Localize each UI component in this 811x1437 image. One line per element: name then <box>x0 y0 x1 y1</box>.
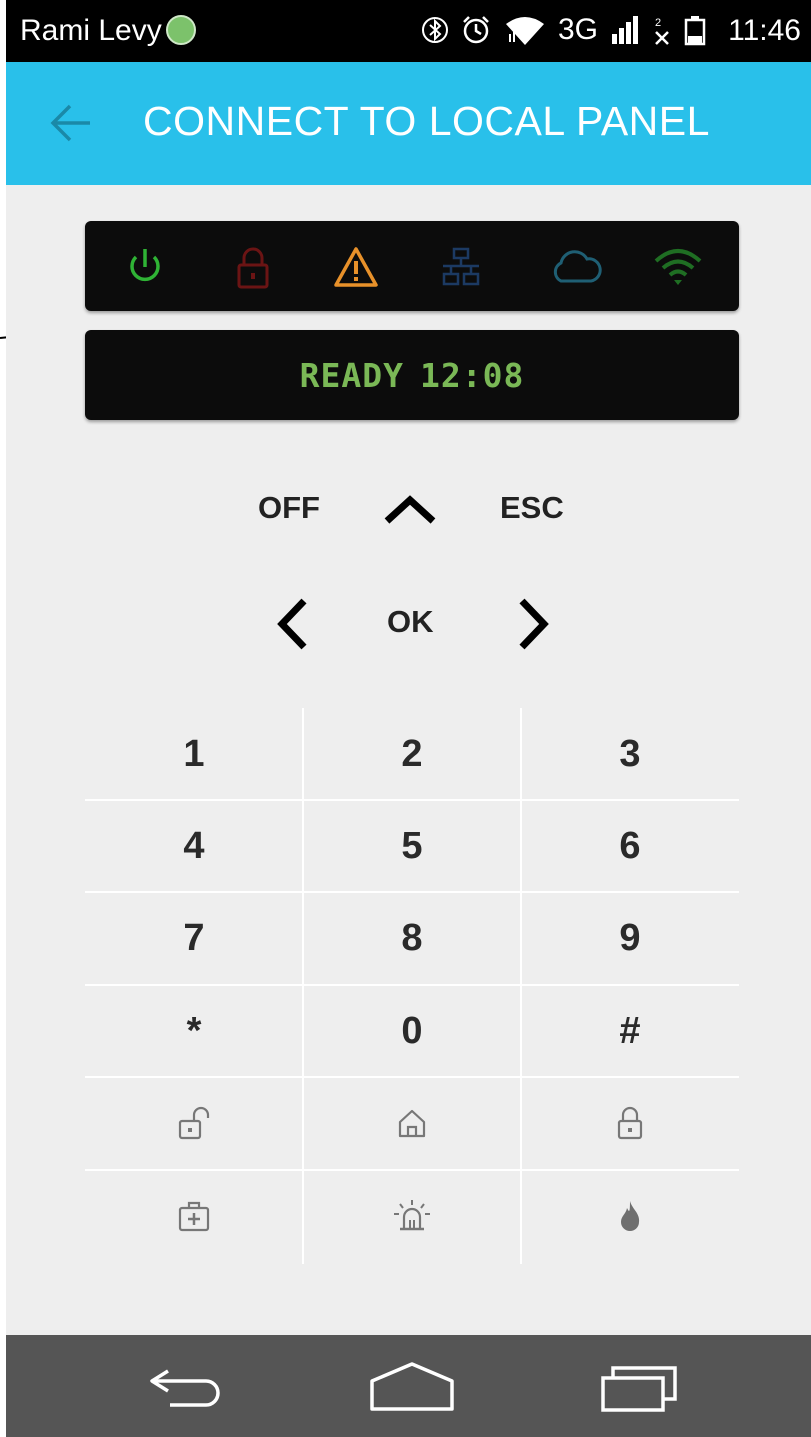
wifi-status-icon <box>505 17 544 45</box>
key-5[interactable]: 5 <box>303 800 521 892</box>
chevron-left-icon[interactable] <box>274 596 310 652</box>
lock-icon <box>237 247 269 289</box>
carrier-name: Rami Levy <box>20 14 162 47</box>
lock-icon <box>617 1106 643 1140</box>
key-8[interactable]: 8 <box>303 892 521 984</box>
ok-button[interactable]: OK <box>387 604 434 640</box>
chevron-up-icon[interactable] <box>382 494 438 526</box>
back-arrow-icon[interactable] <box>46 100 96 146</box>
fire-alarm-button[interactable] <box>521 1170 739 1262</box>
key-7[interactable]: 7 <box>85 892 303 984</box>
esc-button[interactable]: ESC <box>500 490 564 526</box>
key-1[interactable]: 1 <box>85 708 303 800</box>
recents-icon[interactable] <box>599 1361 681 1413</box>
panic-button[interactable] <box>303 1170 521 1262</box>
chevron-right-icon[interactable] <box>516 596 552 652</box>
signal-sim2-icon: 2 <box>655 17 669 45</box>
keypad: 1 2 3 4 5 6 7 8 9 * 0 # <box>85 708 739 1264</box>
sim-badge-icon <box>166 15 196 45</box>
network-icon <box>442 247 480 286</box>
key-2[interactable]: 2 <box>303 708 521 800</box>
disarm-button[interactable] <box>85 1077 303 1169</box>
back-icon[interactable] <box>146 1361 230 1411</box>
key-hash[interactable]: # <box>521 985 739 1077</box>
status-bar: Rami Levy 3G 2 11:46 <box>6 0 811 62</box>
page-title: CONNECT TO LOCAL PANEL <box>143 98 710 144</box>
key-9[interactable]: 9 <box>521 892 739 984</box>
status-icons: 3G 2 <box>421 12 706 48</box>
off-button[interactable]: OFF <box>258 490 320 526</box>
display-status: READY <box>299 356 404 395</box>
arm-home-button[interactable] <box>303 1077 521 1169</box>
key-4[interactable]: 4 <box>85 800 303 892</box>
alarm-siren-icon <box>394 1200 430 1231</box>
app-bar: CONNECT TO LOCAL PANEL <box>6 62 811 185</box>
home-icon[interactable] <box>368 1361 456 1413</box>
medical-icon <box>178 1201 210 1232</box>
bluetooth-icon <box>421 17 448 43</box>
fire-icon <box>621 1201 640 1231</box>
network-type: 3G <box>557 13 598 46</box>
home-icon <box>398 1109 426 1138</box>
cloud-icon <box>553 250 602 283</box>
alarm-clock-icon <box>463 16 489 44</box>
signal-sim1-icon <box>612 16 638 44</box>
unlock-icon <box>178 1106 210 1140</box>
arm-away-button[interactable] <box>521 1077 739 1169</box>
phone-screen: Rami Levy 3G 2 11:46 CONNECT TO LOCAL PA… <box>6 0 811 1437</box>
svg-text:2: 2 <box>655 17 661 29</box>
display-text: READY 12:08 <box>85 356 739 395</box>
system-nav-bar <box>6 1335 811 1437</box>
medical-emergency-button[interactable] <box>85 1170 303 1262</box>
power-icon <box>130 249 160 282</box>
indicator-panel <box>85 221 739 311</box>
warning-icon <box>334 247 378 287</box>
key-6[interactable]: 6 <box>521 800 739 892</box>
key-3[interactable]: 3 <box>521 708 739 800</box>
key-0[interactable]: 0 <box>303 985 521 1077</box>
wifi-icon <box>654 249 702 285</box>
display-clock: 12:08 <box>420 356 525 395</box>
key-star[interactable]: * <box>85 985 303 1077</box>
status-time: 11:46 <box>728 14 801 47</box>
panel-display: READY 12:08 <box>85 330 739 420</box>
battery-icon <box>684 16 706 46</box>
